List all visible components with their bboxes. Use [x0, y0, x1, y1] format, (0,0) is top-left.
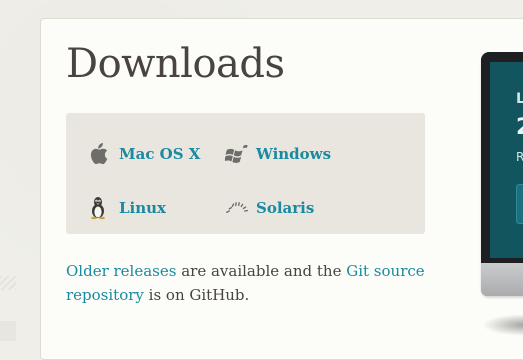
note-end-text: is on GitHub.: [144, 286, 249, 304]
download-mac-link[interactable]: Mac OS X: [88, 141, 200, 167]
download-solaris-label: Solaris: [256, 199, 314, 217]
releases-note: Older releases are available and the Git…: [66, 259, 426, 307]
older-releases-link[interactable]: Older releases: [66, 262, 176, 280]
download-windows-label: Windows: [256, 145, 331, 163]
download-mac-label: Mac OS X: [119, 145, 200, 163]
download-linux-link[interactable]: Linux: [88, 195, 166, 221]
monitor-shadow: [482, 314, 523, 336]
promo-line-1: L: [516, 91, 523, 107]
download-solaris-link[interactable]: Solaris: [225, 195, 314, 221]
promo-download-button[interactable]: [516, 184, 523, 224]
apple-icon: [88, 141, 112, 167]
download-linux-label: Linux: [119, 199, 166, 217]
note-middle-text: are available and the: [176, 262, 346, 280]
page-title: Downloads: [66, 44, 285, 84]
decorative-corner: [0, 321, 16, 341]
download-windows-link[interactable]: Windows: [225, 141, 331, 167]
promo-line-3: R: [516, 150, 523, 164]
solaris-icon: [225, 195, 249, 221]
tux-icon: [88, 195, 112, 221]
decorative-stripes: [0, 276, 16, 290]
promo-line-2: 2: [516, 115, 523, 140]
monitor-chin: [481, 263, 523, 296]
windows-icon: [225, 141, 249, 167]
